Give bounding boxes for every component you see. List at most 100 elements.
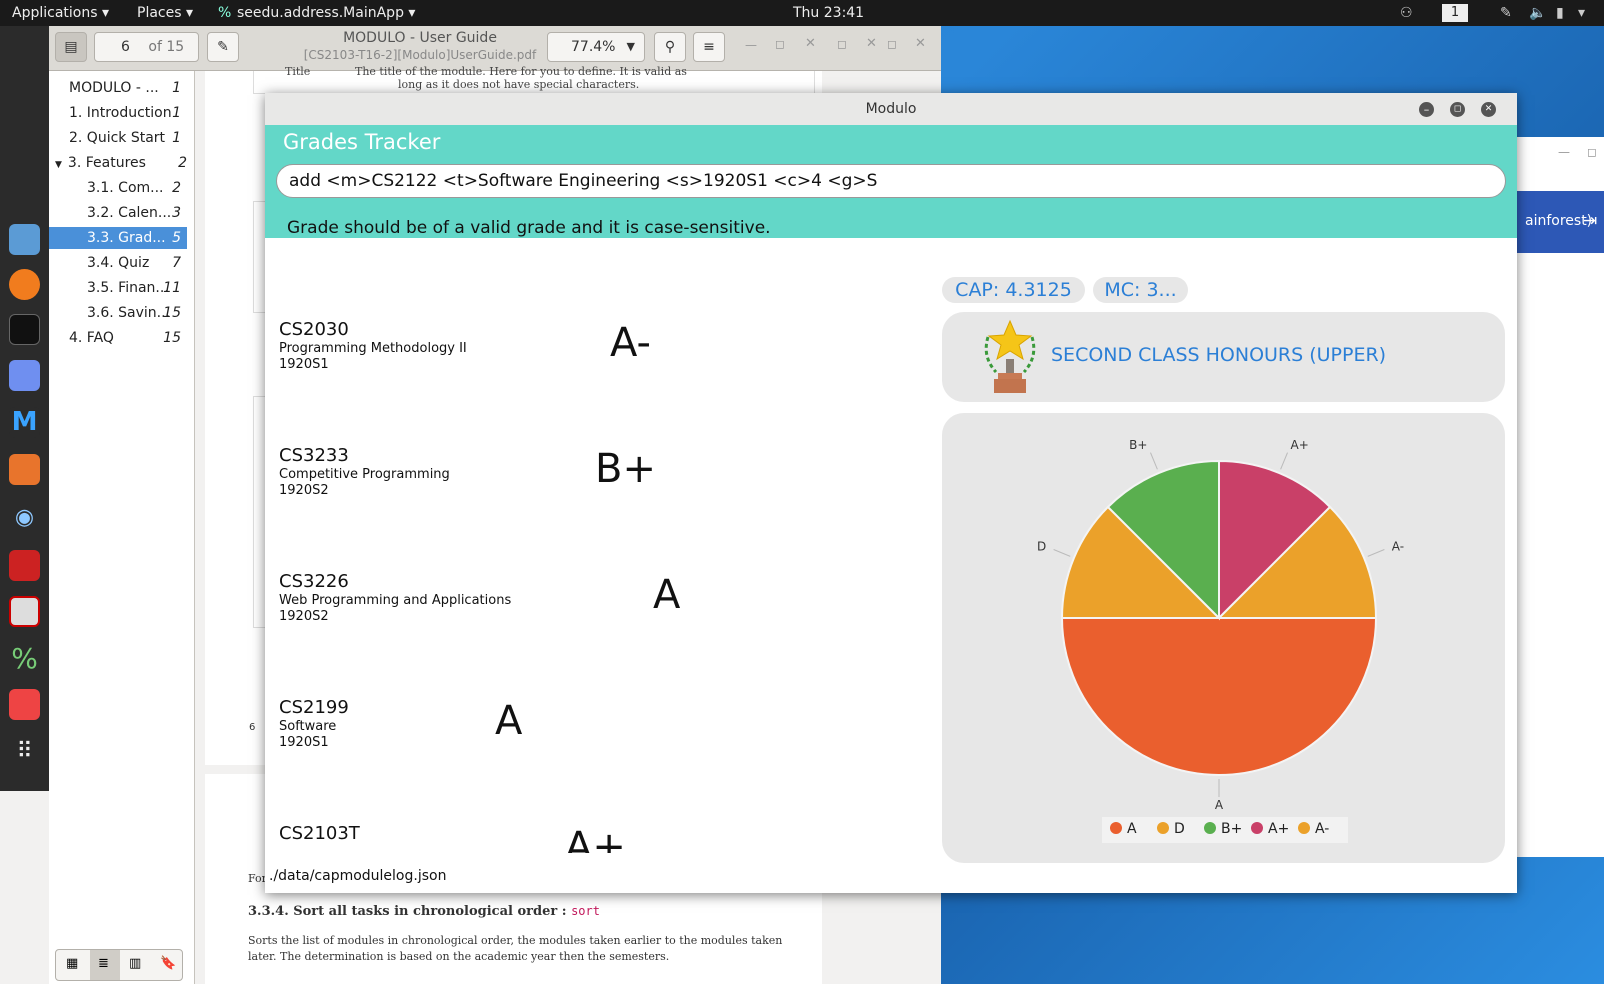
list-item[interactable]: CS2199 Software 1920S1 A [265,621,915,750]
sublime-icon[interactable] [9,454,40,485]
toc-item-label: 3.3. Grad... [87,230,166,246]
maximize-icon[interactable]: ◻ [775,37,785,51]
legend-label: A+ [1268,821,1290,837]
table-cell: Title [285,65,311,78]
battery-icon[interactable]: ▮ [1556,5,1564,21]
module-code: CS3233 [279,445,349,466]
toc-item[interactable]: 3.3. Grad... 5 [49,227,187,249]
zoom-select[interactable]: 77.4% ▼ [547,32,645,62]
toc-item[interactable]: 3.1. Com... 2 [49,177,187,199]
maximize-icon[interactable]: ◻ [1587,145,1597,159]
minimize-icon[interactable]: – [1419,102,1434,117]
grades-chart-card: A+ A- A D B+ A D B+ A+ A- [942,413,1505,863]
toc-item[interactable]: 1. Introduction 1 [49,102,187,124]
slice-label-line [1367,549,1385,557]
terminal-icon[interactable] [9,314,40,345]
toc-item[interactable]: 3.4. Quiz 7 [49,252,187,274]
applications-menu[interactable]: Applications ▾ [12,5,109,21]
toc-item-page: 15 [163,305,181,321]
list-item[interactable]: CS3226 Web Programming and Applications 19… [265,495,915,624]
search-button[interactable]: ⚲ [654,32,686,62]
maximize-icon[interactable]: ◻ [887,37,897,51]
minimize-icon[interactable]: — [745,38,757,52]
pen-icon[interactable]: ✎ [1500,5,1512,21]
document-filename: [CS2103-T16-2][Modulo]UserGuide.pdf [303,48,537,62]
toc-item[interactable]: 3.5. Finan... 11 [49,277,187,299]
maximize-icon[interactable]: ◻ [1450,102,1465,117]
workspace-indicator[interactable]: 1 [1442,4,1468,22]
command-input[interactable]: add <m>CS2122 <t>Software Engineering <s… [276,164,1506,198]
close-icon[interactable]: ✕ [1481,102,1496,117]
close-icon[interactable]: ✕ [805,36,816,51]
bookmark-icon[interactable]: 🔖 [160,956,176,971]
legend-swatch [1204,822,1216,834]
sidebar-toggle-button[interactable]: ▤ [55,32,87,62]
module-grade: A- [610,320,651,366]
legend-label: D [1174,821,1185,837]
thumbnails-icon[interactable]: ▦ [66,956,78,971]
toc-item[interactable]: 4. FAQ 15 [49,327,187,349]
toc-item-label: 3.6. Savin... [87,305,171,321]
page-number-field[interactable]: 6 of 15 [94,32,199,62]
paragraph-line: Sorts the list of modules in chronologic… [248,934,783,947]
module-code: CS2030 [279,319,349,340]
system-menu-icon[interactable]: ▾ [1578,5,1585,21]
volume-icon[interactable]: 🔈 [1529,5,1546,21]
places-menu[interactable]: Places ▾ [137,5,193,21]
annotations-icon[interactable]: ▥ [129,956,141,971]
legend-item[interactable]: A+ [1251,817,1289,841]
logout-icon[interactable]: ⇥ [1583,211,1597,231]
show-apps-icon[interactable]: ⠿ [9,736,40,767]
text-editor-icon[interactable] [9,360,40,391]
toc-item[interactable]: 3.6. Savin... 15 [49,302,187,324]
close-icon[interactable]: ✕ [866,36,877,51]
toc-item-page: 1 [172,80,181,96]
status-path: ./data/capmodulelog.json [269,868,447,884]
cherrytree-icon[interactable] [9,550,40,581]
annotate-button[interactable]: ✎ [207,32,239,62]
toc-item[interactable]: MODULO - ... 1 [49,77,187,99]
legend-item[interactable]: B+ [1204,817,1242,841]
toc-item[interactable]: ▼ 3. Features 2 [55,152,193,174]
slice-label: A+ [1291,438,1309,452]
maximize-icon[interactable]: ◻ [837,37,847,51]
document-title: MODULO - User Guide [343,30,497,46]
people-icon[interactable]: ⚇ [1400,5,1413,21]
legend-item[interactable]: D [1157,817,1185,841]
app-menu[interactable]: seedu.address.MainApp ▾ [237,5,415,21]
menu-button[interactable]: ≡ [693,32,725,62]
sidebar-mode-switcher: ▦ ≣ ▥ 🔖 [55,949,183,981]
toc-item[interactable]: 3.2. Calen... 3 [49,202,187,224]
pie-slice-a [1060,617,1378,776]
eye-icon[interactable]: ◉ [9,502,40,533]
slice-label-line [1150,452,1158,470]
percent-icon[interactable]: % [9,643,40,674]
toc-item[interactable]: 2. Quick Start 1 [49,127,187,149]
close-icon[interactable]: ✕ [915,36,926,51]
legend-item[interactable]: A [1110,817,1137,841]
chevron-down-icon: ▼ [626,40,635,53]
clock[interactable]: Thu 23:41 [793,5,864,21]
minimize-icon[interactable]: — [1558,145,1570,159]
slice-label: A [1215,798,1224,812]
firefox-icon[interactable] [9,269,40,300]
legend-swatch [1157,822,1169,834]
blocked-app-icon[interactable] [9,596,40,627]
toc-item-page: 15 [163,330,181,346]
glasses-icon[interactable] [9,689,40,720]
malwarebytes-icon[interactable]: M [9,407,40,438]
mc-badge: MC: 3... [1093,277,1188,303]
list-item[interactable]: CS3233 Competitive Programming 1920S2 B+ [265,369,915,498]
modulo-window: Modulo – ◻ ✕ Grades Tracker add <m>CS212… [265,93,1517,893]
legend-item[interactable]: A- [1298,817,1329,841]
toc-item-label: 3.4. Quiz [87,255,150,271]
list-item[interactable]: CS2030 Programming Methodology II 1920S1 A- [265,243,915,372]
toc-item-label: 4. FAQ [69,330,114,346]
window-titlebar: Modulo – ◻ ✕ [265,93,1517,126]
zoom-value: 77.4% [571,39,616,55]
legend-label: B+ [1221,821,1243,837]
paragraph-line: later. The determination is based on the… [248,950,670,963]
expander-icon[interactable]: ▼ [55,160,62,170]
list-item[interactable]: CS2103T A+ [265,747,915,853]
files-icon[interactable] [9,224,40,255]
